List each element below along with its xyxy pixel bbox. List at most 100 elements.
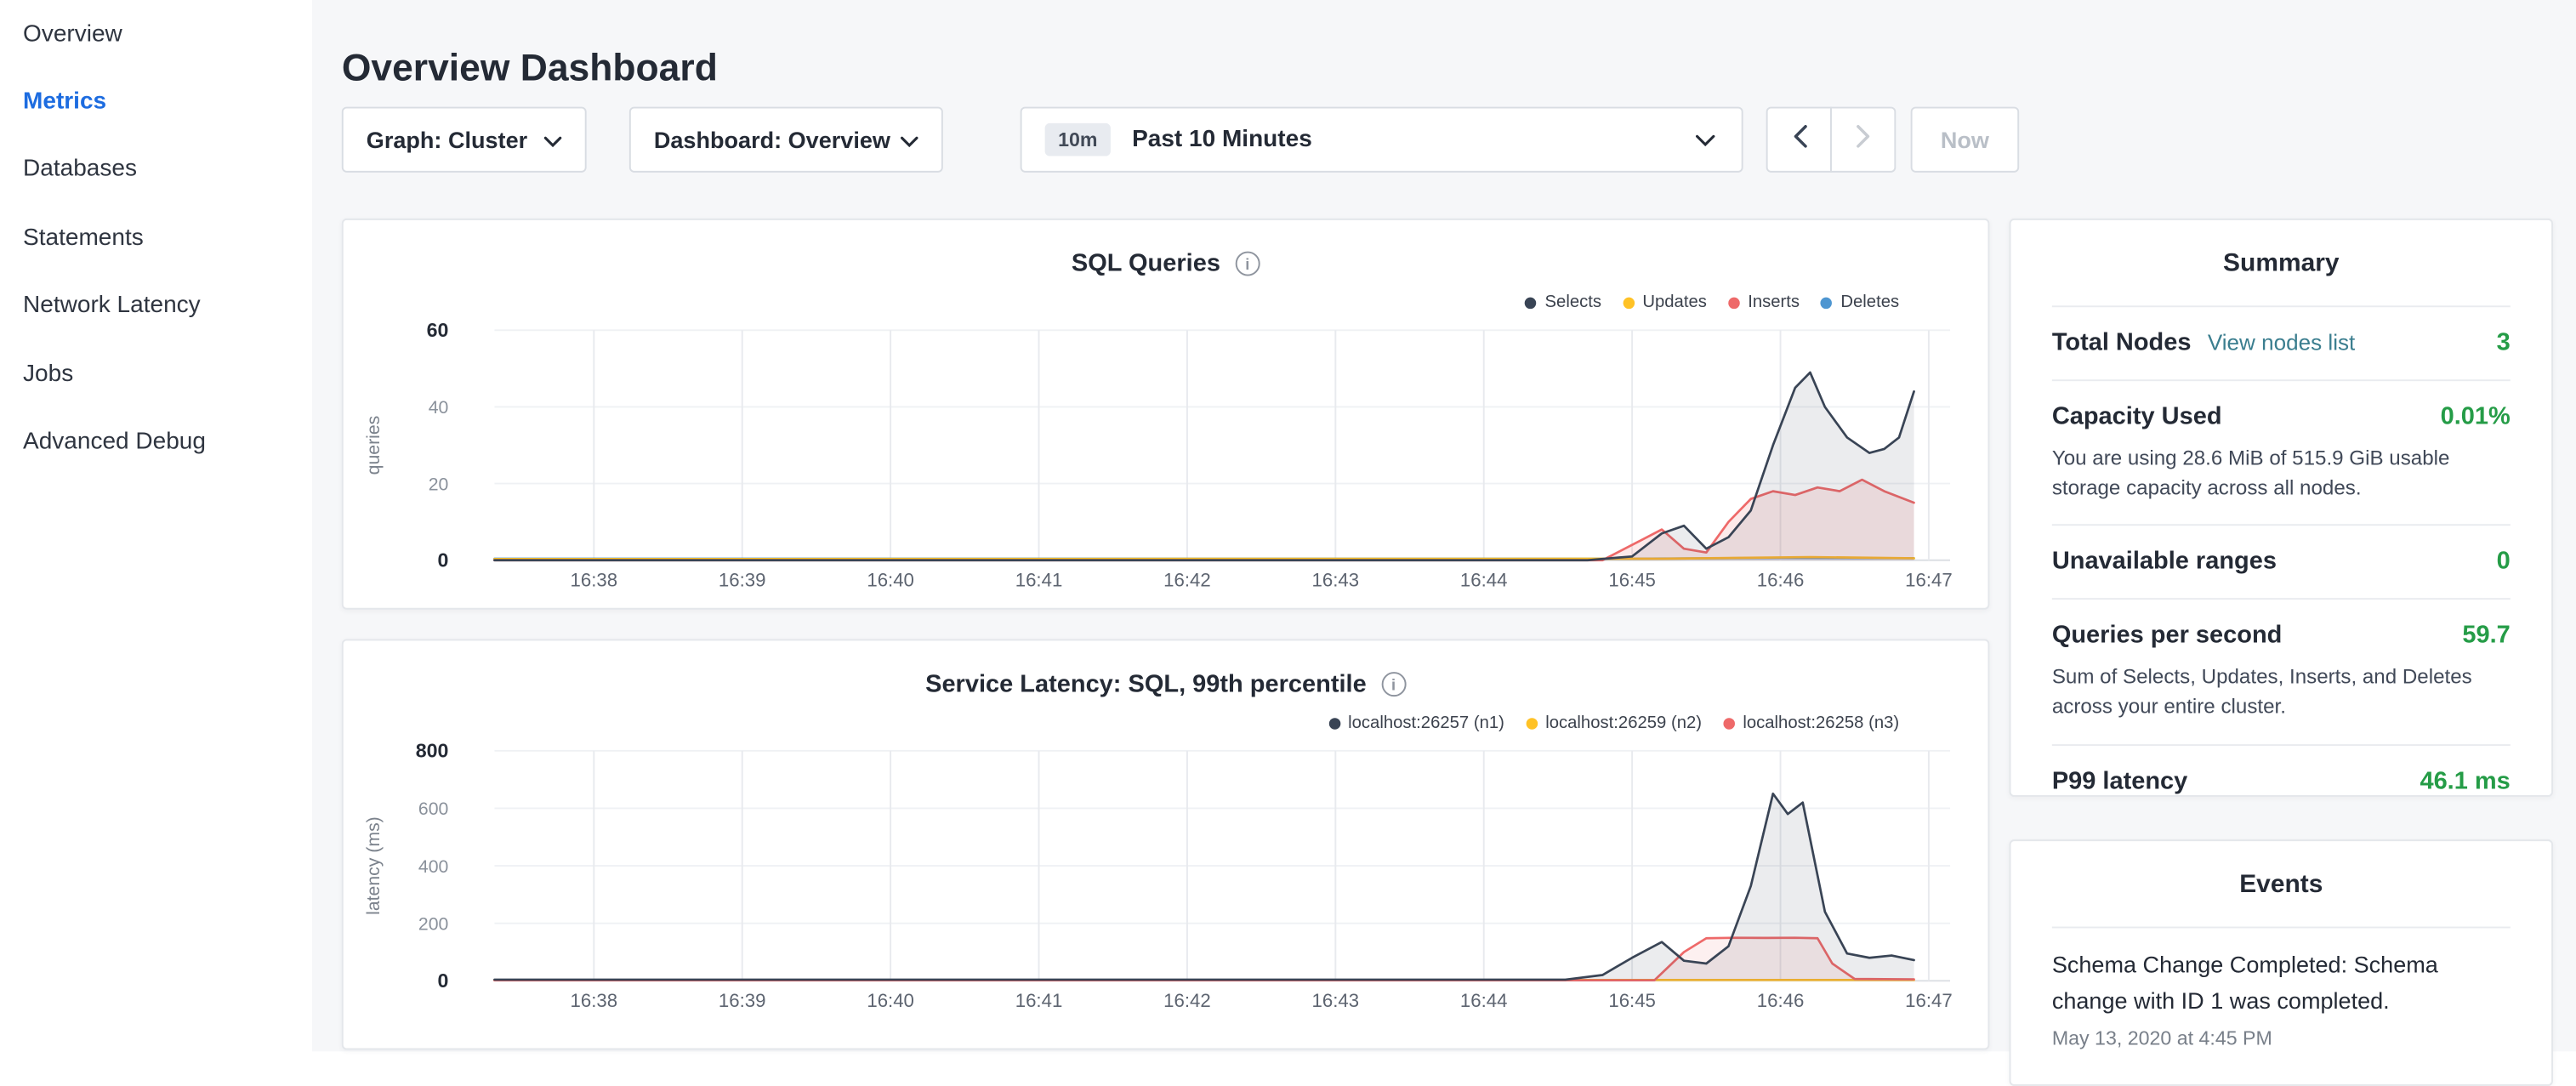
svg-text:16:38: 16:38 xyxy=(571,990,618,1011)
events-list: Schema Change Completed: Schema change w… xyxy=(2052,948,2511,1050)
svg-text:16:43: 16:43 xyxy=(1312,990,1360,1011)
page-title: Overview Dashboard xyxy=(342,47,718,91)
time-range-label: Past 10 Minutes xyxy=(1132,127,1696,153)
sidebar-item-metrics[interactable]: Metrics xyxy=(0,68,312,136)
summary-row-label: Capacity Used xyxy=(2052,402,2222,432)
svg-text:16:44: 16:44 xyxy=(1460,990,1508,1011)
time-step-forward-button[interactable] xyxy=(1830,107,1896,173)
svg-text:16:41: 16:41 xyxy=(1015,570,1063,591)
dashboard-dropdown-label: Dashboard: Overview xyxy=(654,127,890,153)
svg-text:600: 600 xyxy=(418,799,448,819)
sidebar-item-advanced-debug[interactable]: Advanced Debug xyxy=(0,408,312,476)
chevron-right-icon xyxy=(1856,124,1870,156)
time-range-badge: 10m xyxy=(1045,123,1111,156)
svg-text:16:42: 16:42 xyxy=(1163,990,1211,1011)
info-icon[interactable]: i xyxy=(1235,252,1260,276)
svg-text:0: 0 xyxy=(437,969,448,992)
legend-label: localhost:26257 (n1) xyxy=(1348,713,1504,732)
svg-text:16:46: 16:46 xyxy=(1757,990,1805,1011)
events-title: Events xyxy=(2052,841,2511,928)
svg-text:16:47: 16:47 xyxy=(1905,570,1953,591)
app-root: OverviewMetricsDatabasesStatementsNetwor… xyxy=(0,0,2576,1051)
legend-label: Updates xyxy=(1642,293,1707,312)
chevron-down-icon xyxy=(543,127,561,153)
legend-label: Inserts xyxy=(1748,293,1800,312)
svg-text:16:47: 16:47 xyxy=(1905,990,1953,1011)
svg-text:200: 200 xyxy=(418,913,448,934)
summary-row-label: Total Nodes xyxy=(2052,328,2192,358)
events-panel: Events Schema Change Completed: Schema c… xyxy=(2010,839,2553,1086)
summary-row: P99 latency 46.1 ms xyxy=(2052,745,2511,797)
legend-dot-icon xyxy=(1821,297,1833,309)
legend-item[interactable]: Deletes xyxy=(1821,293,1899,312)
view-nodes-link[interactable]: View nodes list xyxy=(2208,328,2355,358)
sql-queries-chart[interactable]: 020406016:3816:3916:4016:4116:4216:4316:… xyxy=(344,312,1992,605)
svg-text:queries: queries xyxy=(363,416,384,475)
svg-text:16:44: 16:44 xyxy=(1460,570,1508,591)
graph-dropdown[interactable]: Graph: Cluster xyxy=(342,107,587,173)
legend-item[interactable]: Inserts xyxy=(1728,293,1800,312)
summary-row-value: 3 xyxy=(2497,328,2511,358)
legend-item[interactable]: Selects xyxy=(1525,293,1601,312)
legend-item[interactable]: localhost:26259 (n2) xyxy=(1526,713,1702,732)
event-item[interactable]: Schema Change Completed: Schema change w… xyxy=(2052,948,2511,1050)
service-latency-chart-card: Service Latency: SQL, 99th percentile i … xyxy=(342,639,1990,1049)
sql-queries-chart-card: SQL Queries i Selects Updates Inserts Delet… xyxy=(342,219,1990,610)
sidebar-item-overview[interactable]: Overview xyxy=(0,0,312,68)
legend-dot-icon xyxy=(1728,297,1740,309)
sidebar-item-databases[interactable]: Databases xyxy=(0,136,312,204)
service-latency-chart[interactable]: 020040060080016:3816:3916:4016:4116:4216… xyxy=(344,733,1992,1026)
legend-dot-icon xyxy=(1526,717,1538,729)
legend-label: localhost:26259 (n2) xyxy=(1545,713,1702,732)
legend-label: localhost:26258 (n3) xyxy=(1743,713,1899,732)
svg-text:800: 800 xyxy=(416,740,449,762)
svg-text:400: 400 xyxy=(418,856,448,877)
legend-dot-icon xyxy=(1623,297,1635,309)
summary-row: Unavailable ranges 0 xyxy=(2052,526,2511,600)
event-time: May 13, 2020 at 4:45 PM xyxy=(2052,1027,2511,1050)
sidebar-item-network-latency[interactable]: Network Latency xyxy=(0,272,312,340)
time-step-back-button[interactable] xyxy=(1766,107,1832,173)
summary-row-desc: Sum of Selects, Updates, Inserts, and De… xyxy=(2052,662,2511,722)
summary-row-label: Queries per second xyxy=(2052,622,2283,651)
svg-text:16:45: 16:45 xyxy=(1608,990,1656,1011)
chart-title: SQL Queries xyxy=(1072,250,1220,278)
summary-row-value: 46.1 ms xyxy=(2420,766,2510,796)
summary-row-label: Unavailable ranges xyxy=(2052,548,2277,577)
legend-item[interactable]: localhost:26258 (n3) xyxy=(1723,713,1899,732)
dashboard-dropdown[interactable]: Dashboard: Overview xyxy=(629,107,943,173)
svg-text:20: 20 xyxy=(429,474,449,494)
summary-panel: Summary Total Nodes View nodes list 3 Capac… xyxy=(2010,219,2553,797)
summary-row-value: 0 xyxy=(2497,548,2511,577)
summary-row: Total Nodes View nodes list 3 xyxy=(2052,307,2511,381)
svg-text:60: 60 xyxy=(427,319,449,341)
legend-dot-icon xyxy=(1328,717,1340,729)
summary-row-desc: You are using 28.6 MiB of 515.9 GiB usab… xyxy=(2052,444,2511,503)
summary-title: Summary xyxy=(2052,220,2511,307)
legend-item[interactable]: Updates xyxy=(1623,293,1707,312)
time-range-dropdown[interactable]: 10m Past 10 Minutes xyxy=(1021,107,1743,173)
svg-text:latency (ms): latency (ms) xyxy=(363,816,384,915)
now-button[interactable]: Now xyxy=(1911,107,2019,173)
sidebar-item-jobs[interactable]: Jobs xyxy=(0,340,312,408)
summary-row-value: 0.01% xyxy=(2441,402,2511,432)
svg-text:16:39: 16:39 xyxy=(719,990,766,1011)
summary-row: Capacity Used 0.01% You are using 28.6 MiB… xyxy=(2052,381,2511,526)
sidebar-item-statements[interactable]: Statements xyxy=(0,204,312,272)
sidebar-nav: OverviewMetricsDatabasesStatementsNetwor… xyxy=(0,0,312,1051)
chevron-down-icon xyxy=(901,127,918,153)
legend-item[interactable]: localhost:26257 (n1) xyxy=(1328,713,1504,732)
info-icon[interactable]: i xyxy=(1381,672,1406,697)
svg-text:16:42: 16:42 xyxy=(1163,570,1211,591)
chart-legend: localhost:26257 (n1) localhost:26259 (n2)… xyxy=(1328,713,1899,732)
legend-dot-icon xyxy=(1525,297,1537,309)
svg-text:16:40: 16:40 xyxy=(867,570,914,591)
chart-title: Service Latency: SQL, 99th percentile xyxy=(925,670,1367,698)
svg-text:16:41: 16:41 xyxy=(1015,990,1063,1011)
summary-row-label: P99 latency xyxy=(2052,766,2187,796)
svg-text:16:39: 16:39 xyxy=(719,570,766,591)
summary-row: Queries per second59.7Sum of Selects, Up… xyxy=(2052,600,2511,745)
svg-text:16:43: 16:43 xyxy=(1312,570,1360,591)
legend-label: Deletes xyxy=(1840,293,1899,312)
chevron-down-icon xyxy=(1696,127,1715,153)
